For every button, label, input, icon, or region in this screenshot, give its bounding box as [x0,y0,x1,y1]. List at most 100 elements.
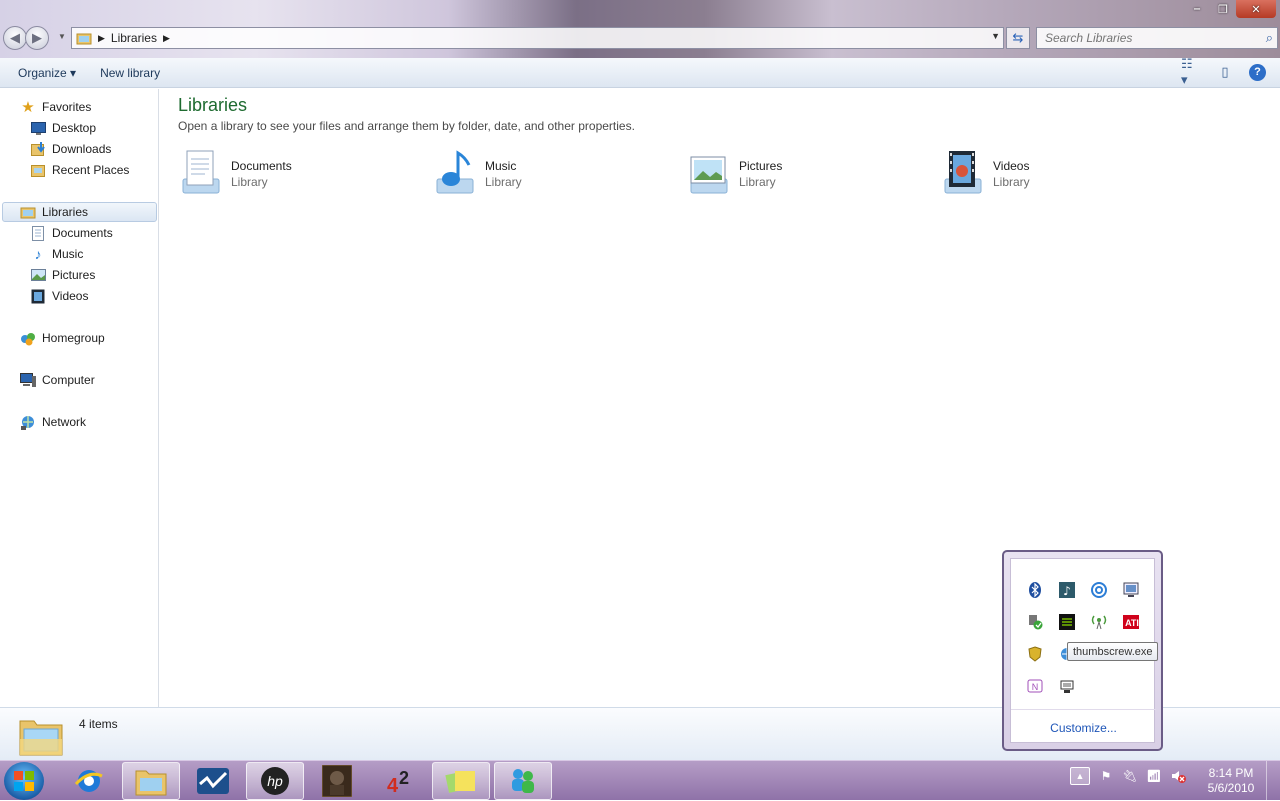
window-frame: ‒ ❐ ✕ ◀ ▶ ▼ ▶ Libraries ▶ ▼ ⇆ ⌕ [0,0,1280,58]
minimize-button[interactable]: ‒ [1184,0,1210,18]
documents-icon [30,225,46,241]
taskbar-sticky-notes[interactable] [432,762,490,800]
nav-recent-places[interactable]: Recent Places [30,160,129,180]
nav-desktop[interactable]: Desktop [30,118,96,138]
music-library-icon [431,149,477,195]
windows-explorer-icon [135,770,167,796]
pictures-icon [30,267,46,283]
messenger-icon [512,769,534,793]
bluetooth-icon[interactable] [1027,582,1043,598]
svg-text:ATI: ATI [1125,618,1139,628]
help-icon[interactable]: ? [1249,63,1266,81]
organize-button[interactable]: Organize ▾ [0,66,84,80]
navigation-pane: ★ Favorites Desktop Downloads Recent Pla… [0,89,159,707]
videos-library-icon [939,149,985,195]
libraries-folder-icon [76,33,92,45]
game-4-2-icon: 42 [387,768,409,796]
library-name: Documents [231,159,292,173]
nav-label: Libraries [42,205,89,219]
clock-time: 8:14 PM [1208,766,1254,780]
computer-icon [20,372,36,388]
wifi-signal-icon[interactable]: 📶︎ [1146,768,1162,784]
view-options-icon: ☷ ▾ [1181,56,1193,87]
taskbar-hp[interactable]: hp [246,762,304,800]
preview-pane-button[interactable]: ▯ [1215,63,1235,81]
taskbar-internet-explorer[interactable] [60,762,118,800]
taskbar: hp 42 ▲ ⚑ 🔌︎ 📶︎ 8:14 PM 5/6/2010 [0,760,1280,801]
breadcrumb-libraries[interactable]: Libraries [111,31,157,45]
forward-button[interactable]: ▶ [25,26,49,50]
back-button[interactable]: ◀ [3,26,27,50]
svg-text:♪: ♪ [1063,584,1071,598]
address-bar[interactable]: ▶ Libraries ▶ ▼ [71,27,1004,49]
search-box[interactable]: ⌕ [1036,27,1278,49]
taskbar-game-4-2[interactable]: 42 [370,762,428,800]
taskbar-windows-explorer[interactable] [122,762,180,800]
address-dropdown-icon[interactable]: ▼ [991,31,1000,41]
show-hidden-icons-button[interactable]: ▲ [1070,767,1090,785]
library-name: Videos [993,159,1030,173]
libraries-large-icon [18,713,64,757]
search-input[interactable] [1037,28,1247,48]
nav-downloads[interactable]: Downloads [30,139,111,159]
volume-muted-icon[interactable] [1170,768,1186,784]
recent-places-icon [30,162,46,178]
library-kind: Library [485,175,522,189]
documents-library-icon [177,149,223,195]
start-button[interactable] [4,762,44,800]
search-icon[interactable]: ⌕ [1266,30,1273,46]
nav-favorites[interactable]: ★ Favorites [20,97,91,117]
onenote-clipper-icon[interactable]: N [1027,678,1043,694]
svg-text:N: N [1032,682,1039,692]
chevron-up-icon: ▲ [1075,771,1085,781]
nav-videos[interactable]: Videos [30,286,88,306]
nav-network[interactable]: Network [20,412,86,432]
nav-label: Videos [52,289,89,303]
network-icon [20,414,36,430]
system-clock[interactable]: 8:14 PM 5/6/2010 [1196,766,1266,796]
taskbar-activity-monitor[interactable] [184,762,242,800]
wireless-antenna-icon[interactable] [1091,614,1107,630]
library-pictures[interactable]: Pictures Library [685,149,905,199]
recent-pages-dropdown[interactable]: ▼ [58,32,66,41]
audio-manager-icon[interactable]: ♪ [1059,582,1075,598]
close-button[interactable]: ✕ [1236,0,1276,18]
library-videos[interactable]: Videos Library [939,149,1159,199]
security-shield-icon[interactable] [1027,646,1043,662]
nav-libraries[interactable]: Libraries [2,202,157,222]
wireless-manager-icon[interactable] [1091,582,1107,598]
action-center-flag-icon[interactable]: ⚑ [1098,768,1114,784]
power-plug-icon[interactable]: 🔌︎ [1122,768,1138,784]
downloads-folder-icon [30,141,46,157]
nav-label: Documents [52,226,113,240]
customize-link[interactable]: Customize... [1011,721,1156,735]
taskbar-game-portrait[interactable] [308,762,366,800]
nav-documents[interactable]: Documents [30,223,113,243]
graphics-control-icon[interactable] [1059,614,1075,630]
safely-remove-hardware-icon[interactable] [1027,614,1043,630]
library-kind: Library [739,175,776,189]
taskbar-messenger[interactable] [494,762,552,800]
show-desktop-button[interactable] [1266,761,1280,801]
new-library-button[interactable]: New library [84,66,168,80]
display-monitor-icon[interactable] [1123,582,1139,598]
breadcrumb-chevron-icon[interactable]: ▶ [163,33,170,44]
maximize-button[interactable]: ❐ [1210,0,1236,18]
nav-music[interactable]: ♪ Music [30,244,84,264]
star-icon: ★ [21,99,35,116]
library-documents[interactable]: Documents Library [177,149,397,199]
nav-label: Pictures [52,268,96,282]
nav-homegroup[interactable]: Homegroup [20,328,105,348]
library-music[interactable]: Music Library [431,149,651,199]
ati-catalyst-icon[interactable]: ATI [1123,614,1139,630]
library-kind: Library [993,175,1030,189]
thumbscrew-icon[interactable] [1059,678,1075,694]
homegroup-icon [20,330,36,346]
svg-text:hp: hp [267,773,283,789]
library-kind: Library [231,175,268,189]
page-subtitle: Open a library to see your files and arr… [178,119,635,133]
refresh-button[interactable]: ⇆ [1006,27,1030,49]
change-view-button[interactable]: ☷ ▾ [1181,56,1201,87]
nav-computer[interactable]: Computer [20,370,95,390]
nav-pictures[interactable]: Pictures [30,265,95,285]
